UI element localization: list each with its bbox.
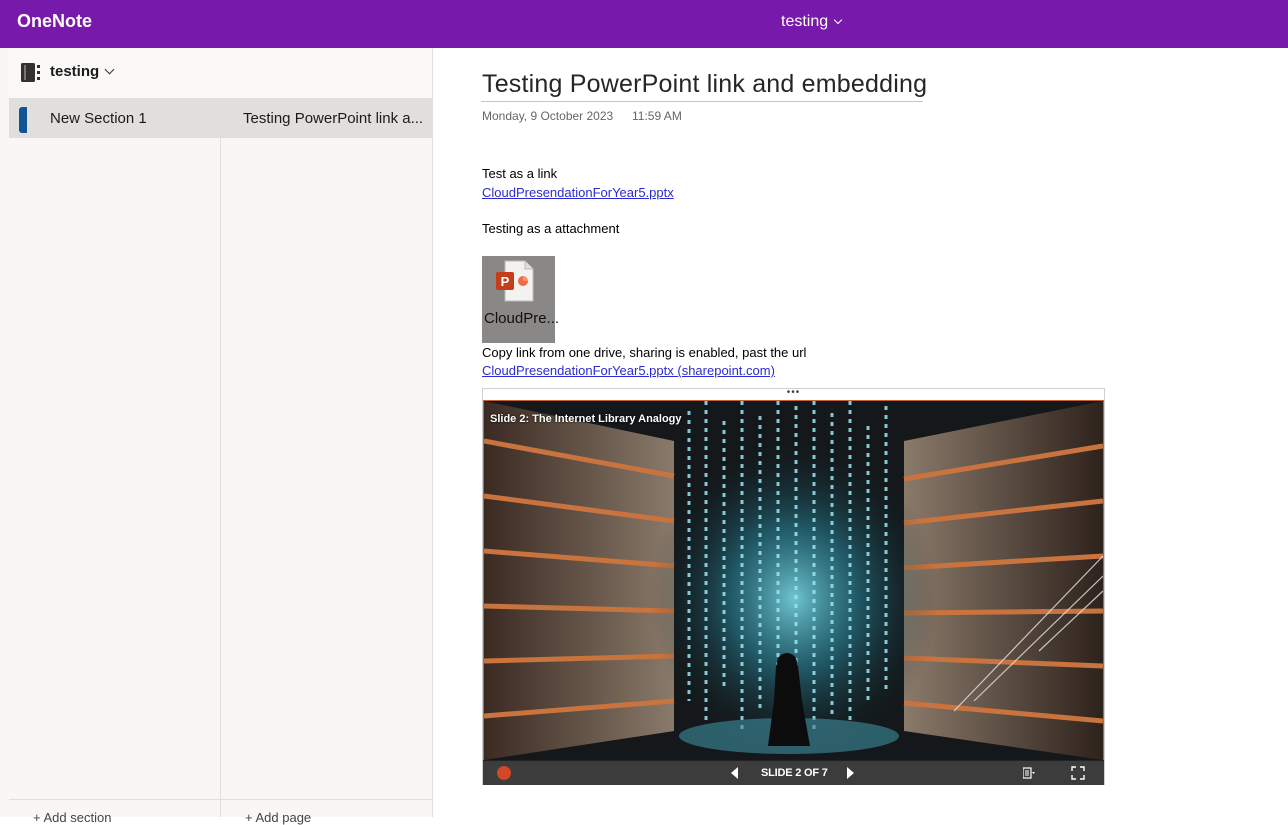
link-heading-text[interactable]: Test as a link <box>482 166 557 181</box>
page-label: Testing PowerPoint link a... <box>243 110 424 127</box>
page-date: Monday, 9 October 2023 <box>482 109 614 123</box>
navigation-pane: testing New Section 1 Testing PowerPoint… <box>0 48 433 825</box>
notes-menu-icon[interactable] <box>1023 767 1035 779</box>
add-section-button[interactable]: + Add section <box>33 810 111 825</box>
attachment-filename: CloudPre... <box>484 310 560 327</box>
section-item-new-section-1[interactable]: New Section 1 <box>9 98 220 138</box>
presentation-controls: SLIDE 2 OF 7 <box>483 760 1104 785</box>
embedded-presentation[interactable]: ••• Slide 2: The Internet Library Analog… <box>482 388 1105 785</box>
pptx-link[interactable]: CloudPresendationForYear5.pptx <box>482 185 674 200</box>
slide-caption: Slide 2: The Internet Library Analogy <box>490 413 682 425</box>
add-page-button[interactable]: + Add page <box>245 810 311 825</box>
app-header: OneNote testing <box>0 0 1288 48</box>
nav-footer-divider <box>9 799 432 800</box>
fullscreen-icon[interactable] <box>1071 766 1085 780</box>
page-list: Testing PowerPoint link a... <box>221 98 432 817</box>
embed-drag-handle[interactable]: ••• <box>483 388 1104 400</box>
section-list: New Section 1 <box>9 98 221 817</box>
slide-preview[interactable]: Slide 2: The Internet Library Analogy <box>483 400 1104 761</box>
notebook-switcher[interactable]: testing <box>781 13 843 31</box>
slide-counter: SLIDE 2 OF 7 <box>761 767 828 779</box>
next-slide-button[interactable] <box>847 767 854 779</box>
slide-illustration <box>484 401 1103 760</box>
title-underline <box>481 101 923 102</box>
page-title[interactable]: Testing PowerPoint link and embedding <box>482 70 927 99</box>
powerpoint-file-icon: P <box>496 260 534 302</box>
file-attachment[interactable]: P CloudPre... <box>482 256 559 343</box>
page-canvas[interactable]: Testing PowerPoint link and embedding Mo… <box>433 48 1288 817</box>
app-title[interactable]: OneNote <box>17 11 92 32</box>
notebook-header[interactable]: testing <box>9 48 432 98</box>
notebook-icon <box>21 63 40 82</box>
previous-slide-button[interactable] <box>731 767 738 779</box>
powerpoint-logo-icon[interactable] <box>497 766 511 780</box>
chevron-down-icon <box>833 15 843 24</box>
attachment-heading-text[interactable]: Testing as a attachment <box>482 221 619 236</box>
page-item-testing-powerpoint[interactable]: Testing PowerPoint link a... <box>221 98 432 138</box>
notebook-name: testing <box>50 63 100 80</box>
notebook-switcher-label: testing <box>781 13 829 30</box>
sharepoint-link[interactable]: CloudPresendationForYear5.pptx (sharepoi… <box>482 363 775 378</box>
section-label: New Section 1 <box>50 110 147 127</box>
copy-link-note[interactable]: Copy link from one drive, sharing is ena… <box>482 345 806 360</box>
page-time: 11:59 AM <box>632 109 682 123</box>
svg-text:P: P <box>501 274 510 289</box>
section-color-tab <box>19 107 27 133</box>
chevron-down-icon[interactable] <box>104 64 115 75</box>
